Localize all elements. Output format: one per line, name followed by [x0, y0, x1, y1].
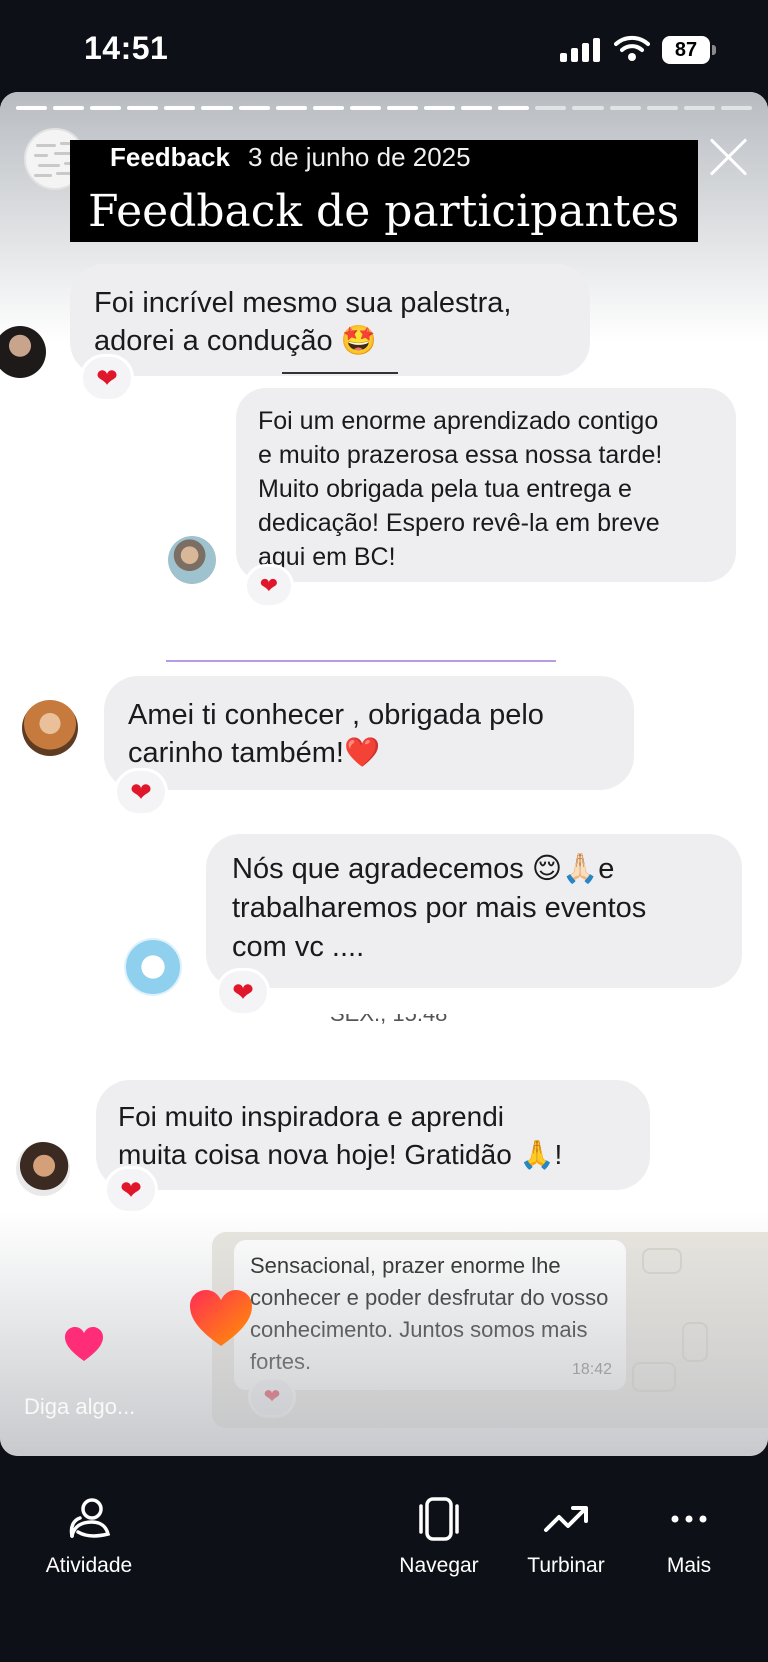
progress-segment [386, 106, 419, 110]
star-struck-emoji: 🤩 [340, 325, 377, 357]
heart-icon [65, 1327, 103, 1361]
relieved-emoji: 😌 [531, 853, 563, 885]
status-bar: 14:51 87 [0, 0, 768, 92]
message-text: Amei ti conhecer , obrigada pelo carinho… [128, 699, 544, 769]
progress-segment [312, 106, 344, 110]
message-time: 18:42 [571, 1361, 612, 1378]
progress-segment [683, 106, 715, 110]
message-text: trabalharemos por mais eventos com vc ..… [232, 892, 647, 963]
chat-bubble-5: Foi muito inspiradora e aprendi muita co… [96, 1080, 650, 1190]
reaction-heart: ❤ [248, 1376, 296, 1418]
message-text: Sensacional, prazer enorme lhe conhecer … [250, 1253, 609, 1374]
more-icon [671, 1515, 707, 1523]
activity-icon [69, 1498, 111, 1538]
avatar [124, 938, 182, 996]
nav-label: Navegar [399, 1554, 479, 1577]
reaction-heart: ❤ [80, 354, 134, 402]
like-heart-icon[interactable] [188, 1288, 254, 1348]
chat-bubble-2: Foi um enorme aprendizado contigo e muit… [236, 388, 736, 582]
heart-emoji: ❤️ [344, 737, 381, 769]
nav-navegar[interactable]: Navegar [384, 1496, 494, 1578]
progress-segment [90, 106, 122, 110]
progress-segment [164, 106, 196, 110]
progress-segment [16, 106, 48, 110]
chat-bubble-4: Nós que agradecemos 😌🙏🏻e trabalharemos p… [206, 834, 742, 988]
progress-segment [349, 106, 381, 110]
story-header: Feedback 3 de junho de 2025 [110, 142, 471, 173]
message-text: Nós que agradecemos [232, 853, 524, 885]
progress-segment [461, 106, 493, 110]
story-date: 3 de junho de 2025 [247, 142, 471, 172]
progress-segment [609, 106, 641, 110]
message-text: Foi um enorme aprendizado contigo e muit… [258, 407, 663, 571]
progress-segment [275, 106, 307, 110]
nav-atividade[interactable]: Atividade [32, 1496, 146, 1578]
pray-emoji: 🙏🏻 [562, 853, 599, 885]
progress-segment [535, 106, 567, 110]
chat-bubble-1: Foi incrível mesmo sua palestra, adorei … [70, 264, 590, 376]
nav-label: Atividade [45, 1554, 133, 1577]
reaction-heart: ❤ [244, 564, 294, 608]
avatar [0, 326, 46, 378]
signal-icon [560, 38, 602, 62]
reaction-heart: ❤ [216, 968, 270, 1016]
browse-icon [419, 1497, 459, 1541]
bottom-navigation: Atividade Navegar Turbinar Mais [0, 1456, 768, 1662]
wifi-icon [614, 34, 650, 62]
battery-icon: 87 [662, 36, 716, 64]
battery-level: 87 [662, 36, 710, 64]
pray-emoji: 🙏 [519, 1139, 555, 1170]
story-progress-bar [16, 106, 752, 110]
progress-segment [201, 106, 233, 110]
nav-turbinar[interactable]: Turbinar [516, 1496, 616, 1578]
boost-icon [544, 1506, 588, 1532]
progress-segment [127, 106, 159, 110]
nav-mais[interactable]: Mais [652, 1496, 726, 1578]
progress-segment [646, 106, 678, 110]
timestamp-fragment: SEX., 15:48 [330, 1014, 447, 1026]
progress-segment [572, 106, 604, 110]
story-viewer[interactable]: Feedback de participantes Feedback 3 de … [0, 92, 768, 1456]
reply-input[interactable]: Diga algo... [24, 1394, 135, 1420]
chat-bubble-3: Amei ti conhecer , obrigada pelo carinho… [104, 676, 634, 790]
progress-segment [53, 106, 85, 110]
avatar [16, 1142, 70, 1196]
message-text: Foi muito inspiradora e aprendi [118, 1101, 504, 1132]
progress-segment [238, 106, 270, 110]
status-time: 14:51 [84, 30, 169, 66]
message-text: muita coisa nova hoje! Gratidão [118, 1139, 512, 1170]
avatar [22, 700, 78, 756]
reaction-heart: ❤ [114, 768, 168, 816]
progress-segment [498, 106, 530, 110]
nav-label: Mais [666, 1554, 712, 1577]
avatar [168, 536, 216, 584]
whatsapp-bubble: Sensacional, prazer enorme lhe conhecer … [234, 1240, 626, 1390]
message-text: Foi incrível mesmo sua palestra, adorei … [94, 287, 512, 357]
reaction-heart: ❤ [104, 1166, 158, 1214]
progress-segment [424, 106, 456, 110]
story-author-name[interactable]: Feedback [110, 142, 230, 173]
progress-segment [720, 106, 752, 110]
story-title: Feedback de participantes [88, 186, 680, 237]
close-icon[interactable] [706, 134, 752, 180]
nav-label: Turbinar [527, 1554, 605, 1577]
